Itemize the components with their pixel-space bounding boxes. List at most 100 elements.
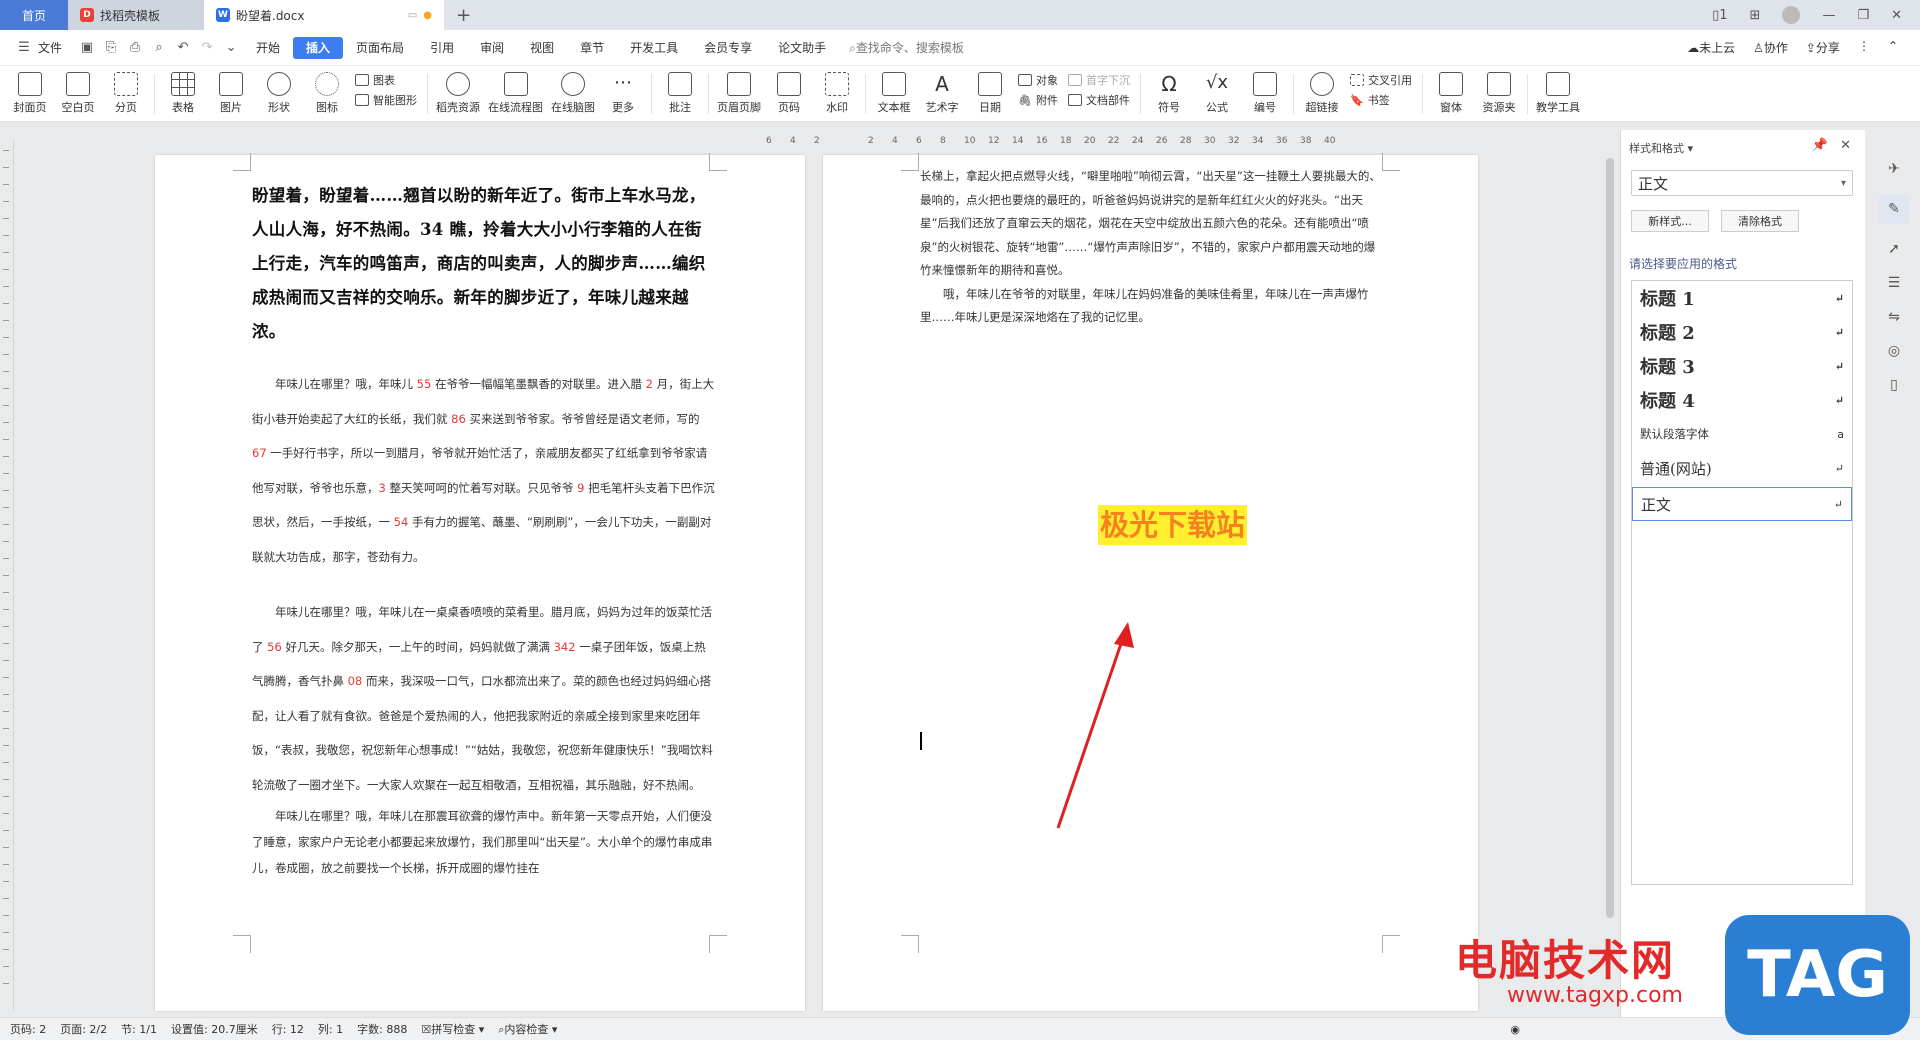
shape-button[interactable]: 形状 xyxy=(259,66,299,122)
document-page-2[interactable]: 长梯上，拿起火把点燃导火线，“噼里啪啦”响彻云霄，“出天星”这一挂鞭土人要挑最大… xyxy=(823,153,1478,1011)
formula-button[interactable]: √x 公式 xyxy=(1197,66,1237,122)
panel-title[interactable]: 样式和格式 ▾ xyxy=(1629,140,1693,156)
status-setting[interactable]: 设置值: 20.7厘米 xyxy=(171,1021,258,1037)
numbering-button[interactable]: 编号 xyxy=(1245,66,1285,122)
blank-page-button[interactable]: 空白页 xyxy=(58,66,98,122)
clear-format-button[interactable]: 清除格式 xyxy=(1721,210,1799,232)
hamburger-icon[interactable]: ☰ xyxy=(12,37,36,59)
menu-view[interactable]: 视图 xyxy=(517,37,567,59)
command-search[interactable]: ⌕查找命令、搜索模板 xyxy=(849,39,964,56)
restore-icon[interactable]: ❐ xyxy=(1857,8,1869,23)
menu-reference[interactable]: 引用 xyxy=(417,37,467,59)
spell-check-button[interactable]: ☒拼写检查 ▾ xyxy=(421,1021,484,1037)
teaching-tools-button[interactable]: 教学工具 xyxy=(1536,66,1580,122)
status-pages[interactable]: 页面: 2/2 xyxy=(60,1021,107,1037)
menu-layout[interactable]: 页面布局 xyxy=(343,37,417,59)
export-pdf-icon[interactable]: ⎘ xyxy=(99,37,123,59)
style-body-text[interactable]: 正文 ↵ xyxy=(1632,487,1852,521)
menu-review[interactable]: 审阅 xyxy=(467,37,517,59)
vertical-scrollbar[interactable] xyxy=(1605,138,1615,1008)
status-row[interactable]: 行: 12 xyxy=(272,1021,304,1037)
menu-thesis[interactable]: 论文助手 xyxy=(765,37,839,59)
content-check-button[interactable]: ⌕内容检查 ▾ xyxy=(498,1021,557,1037)
icon-button[interactable]: 图标 xyxy=(307,66,347,122)
menu-insert[interactable]: 插入 xyxy=(293,36,344,59)
table-button[interactable]: 表格 xyxy=(163,66,203,122)
menu-member[interactable]: 会员专享 xyxy=(691,37,765,59)
tab-home[interactable]: 首页 xyxy=(0,0,68,30)
cover-page-button[interactable]: 封面页 xyxy=(10,66,50,122)
vertical-ruler[interactable] xyxy=(0,140,14,1010)
current-style-select[interactable]: 正文 ▾ xyxy=(1631,170,1853,196)
header-footer-button[interactable]: 页眉页脚 xyxy=(717,66,761,122)
styles-pen-icon[interactable]: ✎ xyxy=(1879,194,1909,224)
minimize-icon[interactable]: — xyxy=(1822,8,1835,23)
watermark-button[interactable]: 水印 xyxy=(817,66,857,122)
symbol-button[interactable]: Ω 符号 xyxy=(1149,66,1189,122)
book-icon[interactable]: ▯ xyxy=(1884,376,1904,394)
docer-resource-button[interactable]: 稻壳资源 xyxy=(436,66,480,122)
bookmark-button[interactable]: 🔖 书签 xyxy=(1350,92,1412,108)
redo-icon[interactable]: ↷ xyxy=(195,37,219,59)
cross-ref-button[interactable]: 交叉引用 xyxy=(1350,72,1412,88)
new-style-button[interactable]: 新样式... xyxy=(1631,210,1709,232)
style-heading-2[interactable]: 标题 2 ↵ xyxy=(1632,315,1852,349)
resource-folder-button[interactable]: 资源夹 xyxy=(1479,66,1519,122)
chart-button[interactable]: 图表 xyxy=(355,72,417,88)
rocket-icon[interactable]: ✈ xyxy=(1884,160,1904,178)
date-button[interactable]: 日期 xyxy=(970,66,1010,122)
more-icon[interactable]: ⋮ xyxy=(1858,39,1870,56)
compass-icon[interactable]: ◎ xyxy=(1884,342,1904,360)
menu-chapter[interactable]: 章节 xyxy=(567,37,617,59)
menu-developer[interactable]: 开发工具 xyxy=(617,37,691,59)
wordart-button[interactable]: A 艺术字 xyxy=(922,66,962,122)
textbox-button[interactable]: 文本框 xyxy=(874,66,914,122)
online-flowchart-button[interactable]: 在线流程图 xyxy=(488,66,543,122)
page-number-button[interactable]: 页码 xyxy=(769,66,809,122)
share-button[interactable]: ⇪分享 xyxy=(1806,39,1840,56)
preview-icon[interactable]: ⌕ xyxy=(147,37,171,59)
style-heading-1[interactable]: 标题 1 ↵ xyxy=(1632,281,1852,315)
status-page-number[interactable]: 页码: 2 xyxy=(10,1021,46,1037)
translate-icon[interactable]: ⇋ xyxy=(1884,308,1904,326)
status-section[interactable]: 节: 1/1 xyxy=(121,1021,157,1037)
horizontal-ruler[interactable]: 6 4 2 2 4 6 8 10 12 14 16 18 20 22 24 26 28 30 32 34 36 38 40 xyxy=(0,122,1610,150)
document-page-1[interactable]: 盼望着，盼望着……翘首以盼的新年近了。街市上车水马龙，人山人海，好不热闹。34 … xyxy=(155,153,805,1011)
dropcap-button[interactable]: 首字下沉 xyxy=(1068,72,1130,88)
collab-button[interactable]: ♙协作 xyxy=(1753,39,1788,56)
tab-template[interactable]: D 找稻壳模板 xyxy=(68,0,204,30)
picture-button[interactable]: 图片 xyxy=(211,66,251,122)
menu-start[interactable]: 开始 xyxy=(243,37,293,59)
print-icon[interactable]: ⎙ xyxy=(123,37,147,59)
quick-more-icon[interactable]: ⌄ xyxy=(219,37,243,59)
style-default-font[interactable]: 默认段落字体 a xyxy=(1632,417,1852,451)
layout-icon[interactable]: ▯1 xyxy=(1712,8,1727,23)
smart-graphic-button[interactable]: 智能图形 xyxy=(355,92,417,108)
doc-parts-button[interactable]: 文档部件 xyxy=(1068,92,1130,108)
avatar[interactable] xyxy=(1782,6,1801,24)
settings-sliders-icon[interactable]: ☰ xyxy=(1884,274,1904,292)
status-words[interactable]: 字数: 888 xyxy=(357,1021,407,1037)
more-button[interactable]: ⋯ 更多 xyxy=(603,66,643,122)
hyperlink-button[interactable]: 超链接 xyxy=(1302,66,1342,122)
save-icon[interactable]: ▣ xyxy=(75,37,99,59)
attachment-button[interactable]: 🖇 附件 xyxy=(1018,92,1058,108)
new-tab-button[interactable]: + xyxy=(444,0,483,30)
close-icon[interactable]: ✕ xyxy=(1840,138,1851,153)
collapse-ribbon-icon[interactable]: ⌃ xyxy=(1888,39,1898,56)
comment-button[interactable]: 批注 xyxy=(660,66,700,122)
select-pointer-icon[interactable]: ➚ xyxy=(1884,240,1904,258)
status-col[interactable]: 列: 1 xyxy=(318,1021,343,1037)
close-icon[interactable]: ✕ xyxy=(1891,8,1902,23)
page-break-button[interactable]: 分页 xyxy=(106,66,146,122)
tab-document[interactable]: W 盼望着.docx ▭ ● xyxy=(204,0,444,30)
form-button[interactable]: 窗体 xyxy=(1431,66,1471,122)
apps-grid-icon[interactable]: ⊞ xyxy=(1750,8,1761,23)
style-heading-4[interactable]: 标题 4 ↵ xyxy=(1632,383,1852,417)
online-mindmap-button[interactable]: 在线脑图 xyxy=(551,66,595,122)
object-button[interactable]: 对象 xyxy=(1018,72,1058,88)
undo-icon[interactable]: ↶ xyxy=(171,37,195,59)
scrollbar-thumb[interactable] xyxy=(1606,158,1614,918)
style-heading-3[interactable]: 标题 3 ↵ xyxy=(1632,349,1852,383)
cloud-button[interactable]: ☁未上云 xyxy=(1687,39,1735,56)
